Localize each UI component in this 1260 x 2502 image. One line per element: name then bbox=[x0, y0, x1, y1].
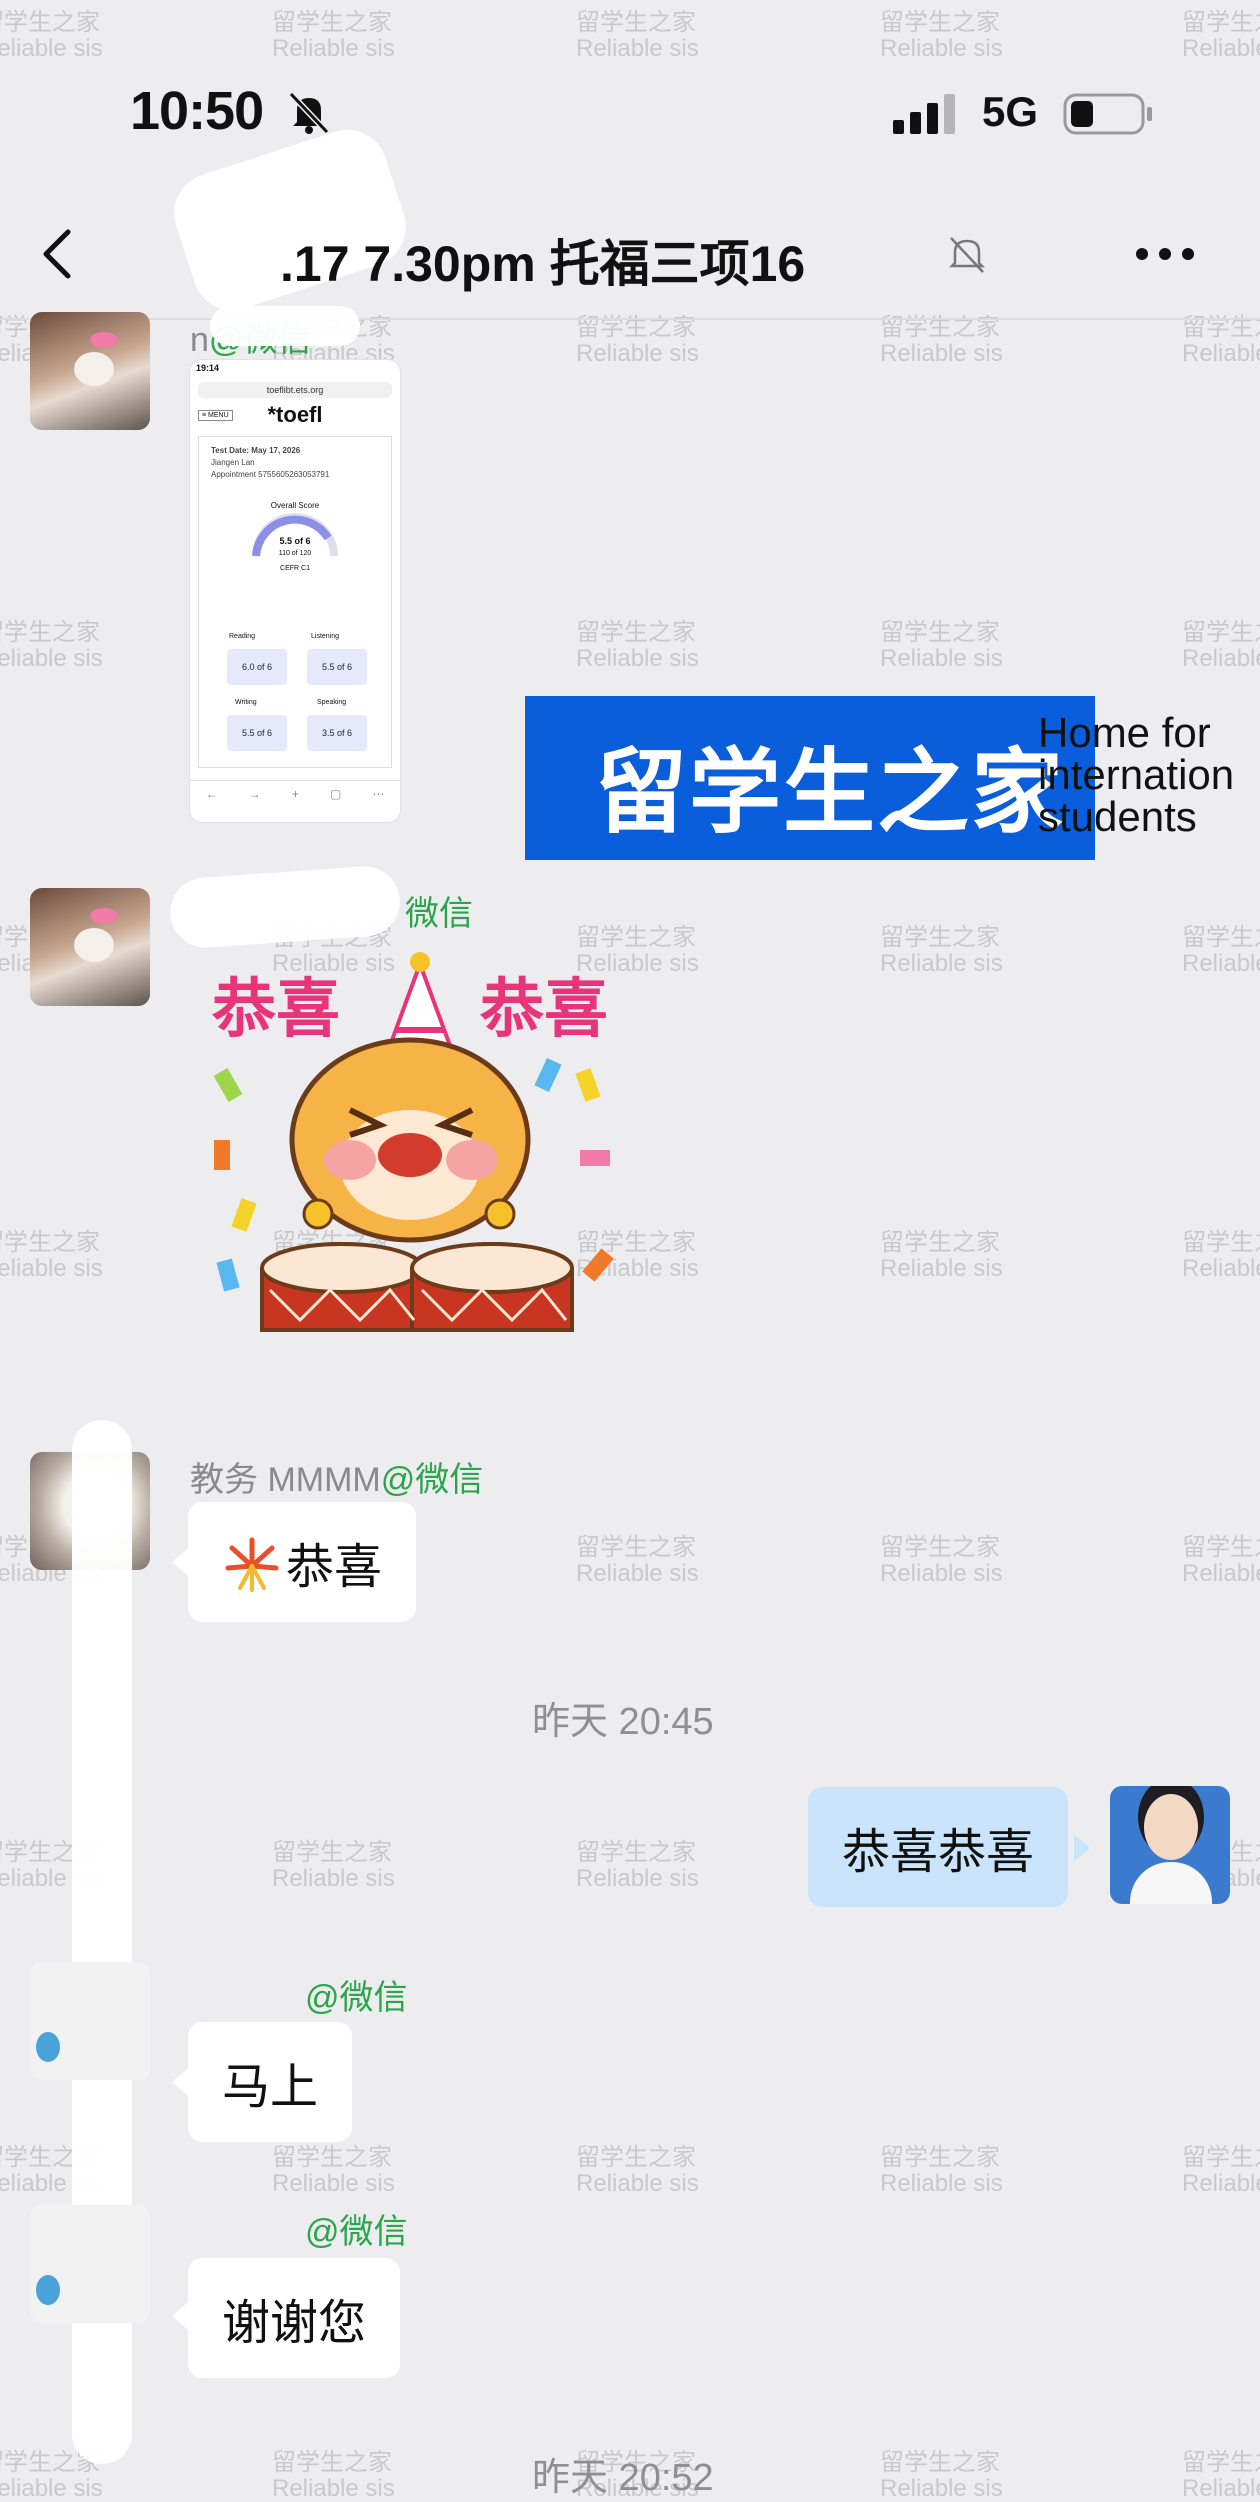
message-bubble[interactable]: 谢谢您 bbox=[188, 2258, 401, 2378]
banner-subtitle: Home for internation students bbox=[1038, 709, 1235, 840]
fireworks-icon bbox=[225, 1537, 279, 1592]
mute-bell-icon bbox=[948, 237, 986, 273]
watermark-text: 留学生之家Reliable sis bbox=[880, 924, 1003, 977]
message-bubble-self[interactable]: 恭喜恭喜 bbox=[808, 1787, 1069, 1907]
watermark-text: 留学生之家Reliable sis bbox=[272, 2449, 395, 2502]
message-bubble[interactable]: 马上 bbox=[188, 2022, 353, 2142]
watermark-text: 留学生之家Reliable sis bbox=[1182, 1534, 1260, 1587]
avatar[interactable] bbox=[30, 1962, 150, 2080]
chat-title: .17 7.30pm 托福三项16 bbox=[280, 236, 806, 292]
shot-listening-label: Listening bbox=[311, 633, 340, 640]
watermark-text: 留学生之家Reliable sis bbox=[272, 2144, 395, 2197]
watermark-text: 留学生之家Reliable sis bbox=[0, 619, 103, 672]
shot-browser-toolbar: ← → + ▢ ⋯ bbox=[205, 787, 385, 801]
watermark-text: 留学生之家Reliable sis bbox=[1182, 2144, 1260, 2197]
message-text: 马上 bbox=[222, 2061, 319, 2114]
watermark-text: 留学生之家Reliable sis bbox=[880, 2449, 1003, 2502]
shot-appointment: Appointment 5755605263053791 bbox=[211, 470, 330, 479]
avatar[interactable] bbox=[30, 888, 150, 1006]
watermark-text: 留学生之家Reliable sis bbox=[1182, 2449, 1260, 2502]
watermark-text: 留学生之家Reliable sis bbox=[576, 2144, 699, 2197]
shot-of120: 110 of 120 bbox=[278, 550, 312, 557]
watermark-text: 留学生之家Reliable sis bbox=[880, 619, 1003, 672]
watermark-text: 留学生之家Reliable sis bbox=[272, 9, 395, 62]
watermark-text: 留学生之家Reliable sis bbox=[1182, 9, 1260, 62]
shot-url: toeflibt.ets.org bbox=[198, 382, 392, 398]
avatar[interactable] bbox=[30, 2205, 150, 2323]
timestamp: 昨天 20:52 bbox=[532, 2457, 714, 2499]
hamster-drum-sticker-icon bbox=[213, 952, 614, 1332]
watermark-text: 留学生之家Reliable sis bbox=[576, 1534, 699, 1587]
network-type: 5G bbox=[982, 88, 1039, 135]
watermark-text: 留学生之家Reliable sis bbox=[880, 1229, 1003, 1282]
watermark-text: 留学生之家Reliable sis bbox=[576, 619, 699, 672]
sender-name: @微信 bbox=[305, 2213, 408, 2251]
watermark-text: 留学生之家Reliable sis bbox=[576, 9, 699, 62]
watermark-text: 留学生之家Reliable sis bbox=[0, 1229, 103, 1282]
shot-menu: ≡ MENU bbox=[198, 410, 233, 421]
message-bubble[interactable]: 恭喜 bbox=[188, 1502, 417, 1622]
shot-writing: 5.5 of 6 bbox=[227, 715, 287, 751]
bubble-tail bbox=[172, 1548, 188, 1576]
shot-test-date: Test Date: May 17, 2026 bbox=[211, 446, 301, 455]
watermark-text: 留学生之家Reliable sis bbox=[0, 9, 103, 62]
back-icon[interactable] bbox=[34, 226, 84, 282]
timestamp: 昨天 20:45 bbox=[532, 1701, 714, 1743]
shot-overall-label: Overall Score bbox=[270, 501, 320, 510]
watermark-text: 留学生之家Reliable sis bbox=[880, 1534, 1003, 1587]
shot-status-time: 19:14 bbox=[196, 363, 220, 373]
sender-name: 微信 bbox=[405, 895, 473, 933]
bubble-tail bbox=[172, 2068, 188, 2096]
sender-name: 教务 MMMM@微信 bbox=[190, 1461, 484, 1499]
bubble-tail bbox=[172, 2302, 188, 2330]
message-text: 谢谢您 bbox=[222, 2297, 367, 2350]
status-time: 10:50 bbox=[130, 81, 264, 141]
watermark-text: 留学生之家Reliable sis bbox=[1182, 924, 1260, 977]
avatar-self[interactable] bbox=[1110, 1786, 1230, 1904]
watermark-text: 留学生之家Reliable sis bbox=[880, 2144, 1003, 2197]
shot-reading: 6.0 of 6 bbox=[227, 649, 287, 685]
shot-speaking-label: Speaking bbox=[317, 699, 347, 706]
watermark-text: 留学生之家Reliable sis bbox=[880, 314, 1003, 367]
message-text: 恭喜 bbox=[286, 1541, 383, 1594]
bell-off-icon bbox=[288, 91, 330, 135]
battery-icon bbox=[1063, 93, 1152, 135]
scribble-overlay bbox=[210, 306, 360, 346]
avatar[interactable] bbox=[30, 312, 150, 430]
shot-speaking: 3.5 of 6 bbox=[307, 715, 367, 751]
sender-name: @微信 bbox=[305, 1979, 408, 2017]
more-icon[interactable] bbox=[1132, 232, 1198, 276]
watermark-text: 留学生之家Reliable sis bbox=[576, 1839, 699, 1892]
shot-writing-label: Writing bbox=[235, 699, 257, 706]
bubble-tail bbox=[1074, 1834, 1090, 1862]
watermark-text: 留学生之家Reliable sis bbox=[272, 1839, 395, 1892]
banner-title: 留学生之家 bbox=[595, 742, 1066, 844]
shot-listening: 5.5 of 6 bbox=[307, 649, 367, 685]
shot-name: Jiangen Lan bbox=[211, 458, 255, 467]
message-text: 恭喜恭喜 bbox=[842, 1826, 1035, 1879]
shot-overall: 5.5 of 6 bbox=[279, 536, 311, 546]
signal-icon bbox=[893, 94, 955, 134]
watermark-text: 留学生之家Reliable sis bbox=[1182, 619, 1260, 672]
shot-cefr: CEFR C1 bbox=[280, 565, 310, 572]
nav-divider bbox=[0, 318, 1260, 320]
watermark-text: 留学生之家Reliable sis bbox=[576, 314, 699, 367]
image-message-screenshot[interactable]: 19:14 toeflibt.ets.org ≡ MENU *toefl Tes… bbox=[190, 360, 400, 822]
watermark-text: 留学生之家Reliable sis bbox=[880, 9, 1003, 62]
watermark-text: 留学生之家Reliable sis bbox=[1182, 1229, 1260, 1282]
watermark-text: 留学生之家Reliable sis bbox=[1182, 314, 1260, 367]
shot-reading-label: Reading bbox=[229, 633, 256, 640]
sticker-message[interactable]: 恭喜 恭喜 bbox=[200, 950, 640, 1380]
